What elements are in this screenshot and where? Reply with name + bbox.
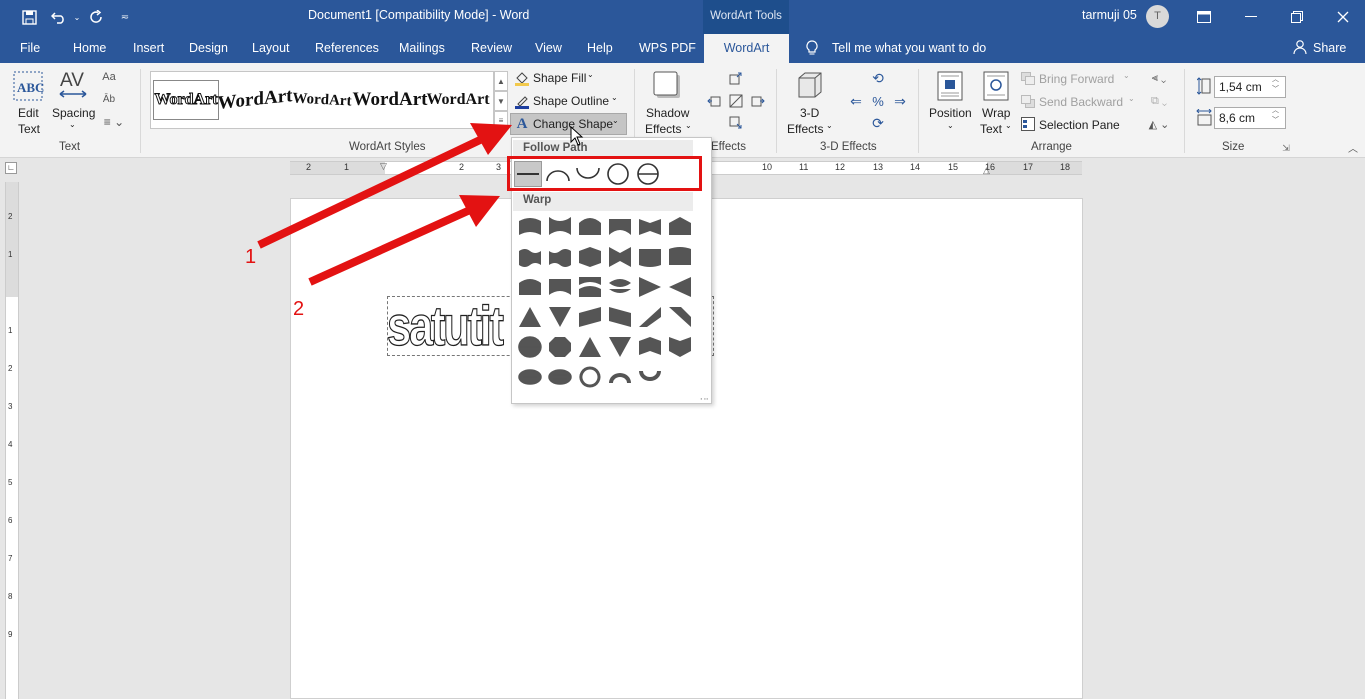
annotation-label-1: 1 [245,246,257,268]
annotation-arrows [257,123,512,286]
mouse-cursor-icon [570,126,584,146]
arrow-1 [257,123,512,249]
annotation-label-2: 2 [293,298,305,320]
